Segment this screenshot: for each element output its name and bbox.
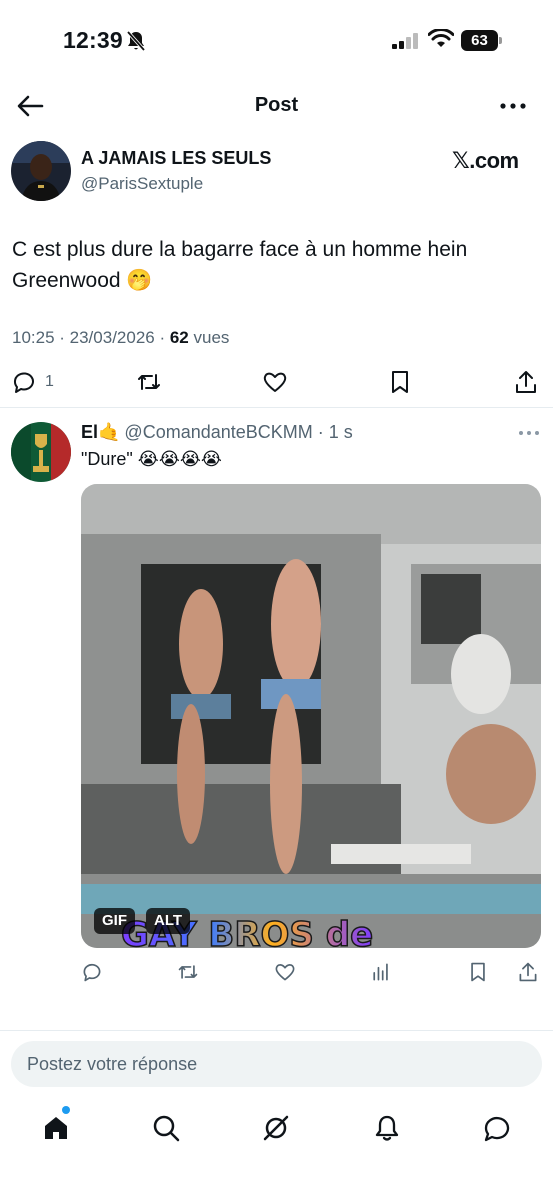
reply-avatar[interactable] bbox=[11, 422, 71, 482]
divider bbox=[0, 407, 553, 408]
bell-icon bbox=[375, 1115, 399, 1141]
status-time: 12:39 bbox=[63, 27, 123, 53]
author-handle[interactable]: @ParisSextuple bbox=[81, 174, 203, 194]
repost-icon bbox=[178, 965, 198, 979]
reply-composer[interactable] bbox=[11, 1041, 542, 1087]
wifi-icon bbox=[428, 29, 454, 47]
nav-search[interactable] bbox=[146, 1108, 186, 1148]
nav-grok[interactable] bbox=[256, 1108, 296, 1148]
views-label: vues bbox=[188, 328, 230, 347]
reply-actions bbox=[0, 956, 553, 984]
search-icon bbox=[153, 1115, 180, 1142]
repost-icon bbox=[138, 374, 160, 390]
grok-icon bbox=[263, 1115, 289, 1141]
comment-icon bbox=[13, 372, 34, 393]
author-name[interactable]: A JAMAIS LES SEULS bbox=[81, 148, 271, 169]
status-bar: 12:39 63 bbox=[0, 0, 553, 82]
nav-home[interactable] bbox=[36, 1108, 76, 1148]
source-badge: 𝕏.com bbox=[452, 148, 519, 173]
reply-bookmark-button[interactable] bbox=[467, 958, 489, 986]
heart-icon bbox=[263, 372, 287, 392]
reply-text: "Dure" 😭😭😭😭 bbox=[81, 449, 222, 469]
post-timestamp: 10:25 · 23/03/2026 · bbox=[12, 328, 170, 347]
gif-badge: GIF bbox=[94, 908, 135, 934]
reply-count: 1 bbox=[45, 373, 54, 390]
post-text: C est plus dure la bagarre face à un hom… bbox=[12, 238, 468, 292]
bell-off-icon bbox=[126, 30, 146, 52]
nav-messages[interactable] bbox=[477, 1108, 517, 1148]
reply-header: El🤙 @ComandanteBCKMM · 1 s bbox=[81, 422, 353, 443]
cellular-signal-icon bbox=[392, 33, 418, 49]
page-title: Post bbox=[254, 94, 299, 116]
reply-avatar-image bbox=[11, 422, 71, 482]
more-horizontal-icon[interactable] bbox=[518, 430, 540, 436]
reply-reply-button[interactable] bbox=[81, 958, 103, 986]
reply-media-gif[interactable]: GAY BROS de bbox=[81, 484, 541, 948]
heart-icon bbox=[275, 964, 295, 981]
nav-notifications[interactable] bbox=[367, 1108, 407, 1148]
views-chart-icon bbox=[373, 963, 388, 981]
alt-badge[interactable]: ALT bbox=[146, 908, 191, 934]
gif-frame: GAY BROS de bbox=[81, 484, 541, 948]
repost-button[interactable] bbox=[136, 368, 162, 396]
bookmark-button[interactable] bbox=[387, 368, 413, 396]
more-horizontal-icon[interactable] bbox=[497, 94, 529, 118]
reply-button[interactable]: 1 bbox=[11, 368, 54, 396]
post-header: Post bbox=[0, 82, 553, 130]
chat-icon bbox=[484, 1116, 510, 1142]
reply-repost-button[interactable] bbox=[177, 958, 199, 986]
post-actions: 1 bbox=[0, 366, 553, 398]
bookmark-icon bbox=[392, 371, 408, 393]
share-icon bbox=[516, 371, 536, 393]
avatar-image bbox=[11, 141, 71, 201]
reply-author-handle[interactable]: @ComandanteBCKMM · 1 s bbox=[124, 422, 352, 442]
reply-like-button[interactable] bbox=[274, 958, 296, 986]
reply-input[interactable] bbox=[27, 1041, 527, 1087]
views-count: 62 bbox=[169, 328, 189, 347]
bookmark-icon bbox=[471, 962, 485, 982]
post-meta: 10:25 · 23/03/2026 · 62 vues bbox=[12, 328, 229, 348]
bottom-navigation bbox=[0, 1100, 553, 1160]
share-button[interactable] bbox=[513, 368, 539, 396]
home-icon bbox=[45, 1117, 67, 1139]
comment-icon bbox=[83, 963, 101, 982]
avatar[interactable] bbox=[11, 141, 71, 201]
like-button[interactable] bbox=[262, 368, 288, 396]
share-icon bbox=[519, 962, 537, 982]
reply-author-name[interactable]: El🤙 bbox=[81, 422, 120, 442]
home-notification-dot bbox=[62, 1106, 70, 1114]
divider bbox=[0, 1030, 553, 1031]
reply-share-button[interactable] bbox=[517, 958, 539, 986]
battery-indicator: 63 bbox=[461, 30, 503, 51]
battery-percent: 63 bbox=[471, 32, 488, 49]
reply-views-button[interactable] bbox=[370, 958, 392, 986]
